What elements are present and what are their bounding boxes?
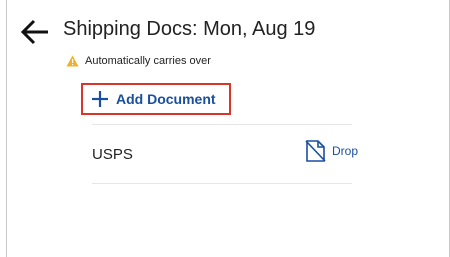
plus-icon bbox=[92, 91, 108, 107]
warning-icon bbox=[66, 55, 79, 67]
carryover-notice: Automatically carries over bbox=[66, 55, 211, 67]
arrow-left-icon bbox=[20, 19, 48, 45]
divider-bottom bbox=[92, 183, 352, 184]
drop-document-button[interactable]: Drop bbox=[304, 139, 358, 163]
document-name: USPS bbox=[92, 146, 133, 163]
notice-text: Automatically carries over bbox=[85, 55, 211, 67]
add-document-label: Add Document bbox=[116, 91, 216, 107]
drop-label: Drop bbox=[332, 144, 359, 158]
back-button[interactable] bbox=[20, 18, 50, 46]
page-title: Shipping Docs: Mon, Aug 19 bbox=[63, 18, 316, 40]
add-document-button[interactable]: Add Document bbox=[81, 83, 231, 115]
document-drop-icon bbox=[305, 140, 326, 162]
divider-top bbox=[92, 124, 352, 125]
